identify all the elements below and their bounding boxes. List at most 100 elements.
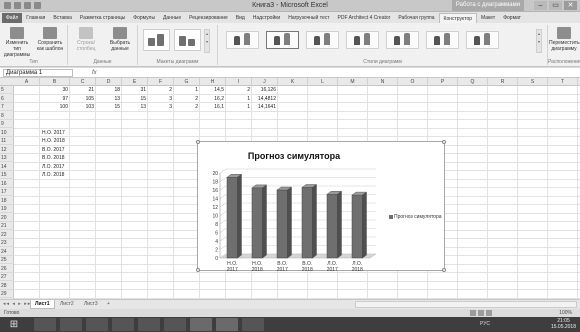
cell[interactable]: 1 — [176, 86, 198, 94]
column-header[interactable]: Q — [458, 78, 488, 86]
row-header[interactable]: 28 — [0, 282, 14, 290]
select-data-button[interactable]: Выбрать данные — [104, 27, 136, 52]
tab-2[interactable]: Вставка — [49, 13, 76, 23]
column-header[interactable]: P — [428, 78, 458, 86]
start-button-icon[interactable]: ⊞ — [6, 319, 22, 330]
cell[interactable]: 16,2 — [202, 95, 224, 103]
cell[interactable]: Н.О. 2017 — [42, 129, 102, 137]
row-header[interactable]: 11 — [0, 137, 14, 145]
layout-thumbnail[interactable] — [174, 29, 201, 51]
layout-thumbnail[interactable] — [143, 29, 170, 51]
save-as-template-button[interactable]: Сохранить как шаблон — [34, 27, 66, 52]
column-header[interactable]: S — [518, 78, 548, 86]
cell[interactable]: 3 — [150, 103, 172, 111]
cell[interactable]: 13 — [98, 95, 120, 103]
tab-0[interactable]: Файл — [2, 13, 23, 23]
taskbar-excel-icon[interactable] — [216, 318, 238, 331]
row-header[interactable]: 27 — [0, 273, 14, 281]
cell[interactable]: 100 — [42, 103, 68, 111]
column-header[interactable]: F — [148, 78, 174, 86]
taskbar-app-icon[interactable] — [242, 318, 264, 331]
cell[interactable]: 15 — [98, 103, 120, 111]
tab-1[interactable]: Главная — [22, 13, 49, 23]
cell[interactable]: 31 — [124, 86, 146, 94]
close-button[interactable]: ✕ — [564, 1, 577, 10]
taskbar-app-icon[interactable] — [34, 318, 56, 331]
sheet-tab-3[interactable]: Лист3 — [80, 300, 102, 309]
row-header[interactable]: 18 — [0, 197, 14, 205]
column-header[interactable]: M — [338, 78, 368, 86]
tab-5[interactable]: Данные — [159, 13, 185, 23]
column-header[interactable]: A — [14, 78, 40, 86]
cell[interactable]: 2 — [150, 86, 172, 94]
cell[interactable]: 18 — [98, 86, 120, 94]
row-header[interactable]: 7 — [0, 103, 14, 111]
change-chart-type-button[interactable]: Изменить тип диаграммы — [2, 27, 32, 58]
column-header[interactable]: T — [548, 78, 578, 86]
row-header[interactable]: 29 — [0, 290, 14, 298]
maximize-button[interactable]: ▭ — [549, 1, 562, 10]
chart[interactable]: Прогноз симулятора 0 2 4 6 8 10 12 14 16 18 20 Н.О.… — [196, 140, 446, 272]
row-header[interactable]: 6 — [0, 95, 14, 103]
taskbar-app-icon[interactable] — [60, 318, 82, 331]
taskbar-app-icon[interactable] — [164, 318, 186, 331]
column-header[interactable]: E — [122, 78, 148, 86]
cell[interactable]: Л.О. 2017 — [42, 163, 102, 171]
row-header[interactable]: 15 — [0, 171, 14, 179]
sheet-tab-2[interactable]: Лист2 — [56, 300, 78, 309]
cell[interactable]: 97 — [42, 95, 68, 103]
row-header[interactable]: 8 — [0, 112, 14, 120]
tab-4[interactable]: Формулы — [129, 13, 159, 23]
column-header[interactable]: I — [226, 78, 252, 86]
horizontal-scrollbar[interactable] — [355, 301, 577, 308]
row-header[interactable]: 23 — [0, 239, 14, 247]
column-header[interactable]: N — [368, 78, 398, 86]
column-header[interactable]: K — [278, 78, 308, 86]
row-header[interactable]: 25 — [0, 256, 14, 264]
tab-6[interactable]: Рецензирование — [185, 13, 232, 23]
column-header[interactable]: B — [40, 78, 70, 86]
tab-8[interactable]: Надстройки — [249, 13, 284, 23]
chart-style-thumb[interactable] — [306, 31, 339, 49]
sheet-nav-arrows[interactable]: ◂◂ ◂ ▸ ▸▸ — [3, 301, 31, 307]
cell[interactable]: 1 — [228, 103, 250, 111]
row-header[interactable]: 19 — [0, 205, 14, 213]
styles-more-arrow[interactable]: ▴ ▾ — [536, 29, 542, 53]
switch-row-column-button[interactable]: Строка/столбец — [70, 27, 102, 52]
chart-style-thumb[interactable] — [426, 31, 459, 49]
column-header[interactable]: C — [70, 78, 96, 86]
cell[interactable]: 103 — [72, 103, 94, 111]
cell[interactable]: 2 — [176, 95, 198, 103]
row-header[interactable]: 17 — [0, 188, 14, 196]
row-header[interactable]: 5 — [0, 86, 14, 94]
tab-13[interactable]: Макет — [477, 13, 499, 23]
chart-style-thumb[interactable] — [346, 31, 379, 49]
tab-3[interactable]: Разметка страницы — [76, 13, 129, 23]
cell[interactable]: 16,1 — [202, 103, 224, 111]
cell[interactable]: 14,4812 — [254, 95, 276, 103]
tab-12[interactable]: Конструктор — [438, 13, 478, 23]
row-header[interactable]: 12 — [0, 146, 14, 154]
row-header[interactable]: 20 — [0, 214, 14, 222]
cell[interactable]: 21 — [72, 86, 94, 94]
chart-legend[interactable]: Прогноз симулятора — [389, 214, 442, 220]
cell[interactable]: 2 — [228, 86, 250, 94]
zoom-level[interactable]: 100% — [559, 309, 572, 317]
row-header[interactable]: 21 — [0, 222, 14, 230]
tab-11[interactable]: Рабочая группа — [394, 13, 438, 23]
chart-style-thumb-selected[interactable] — [266, 31, 299, 49]
sheet-tab-1[interactable]: Лист1 — [30, 300, 55, 309]
column-header[interactable]: H — [200, 78, 226, 86]
insert-sheet-icon[interactable]: + — [103, 300, 114, 309]
cell[interactable]: 3 — [150, 95, 172, 103]
tab-9[interactable]: Нагрузочный тест — [284, 13, 333, 23]
row-header[interactable]: 24 — [0, 248, 14, 256]
row-header[interactable]: 10 — [0, 129, 14, 137]
normal-view-icon[interactable] — [470, 310, 476, 316]
row-header[interactable]: 16 — [0, 180, 14, 188]
column-header[interactable]: L — [308, 78, 338, 86]
column-header[interactable]: O — [398, 78, 428, 86]
taskbar-app-icon[interactable] — [86, 318, 108, 331]
tab-10[interactable]: PDF Architect 4 Creator — [334, 13, 395, 23]
cell[interactable]: В.О. 2018 — [42, 154, 102, 162]
